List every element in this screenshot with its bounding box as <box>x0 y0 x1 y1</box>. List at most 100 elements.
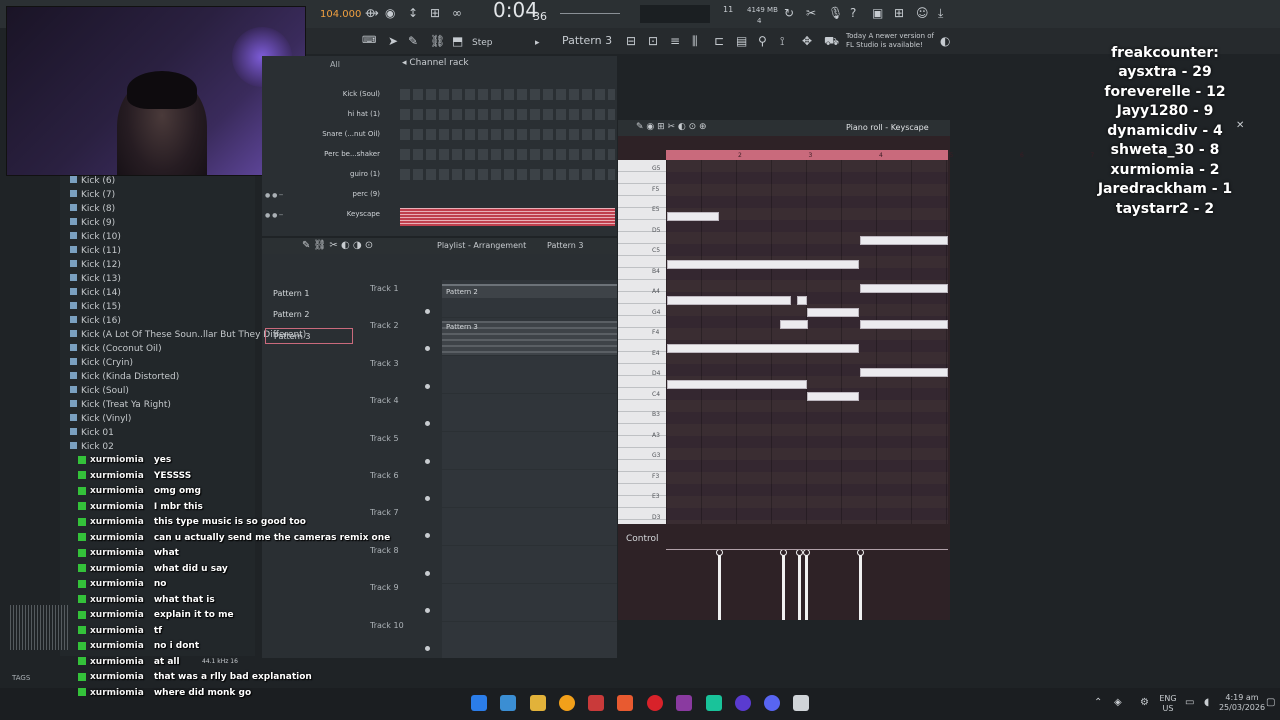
browser-item[interactable]: Kick (12) <box>70 260 121 270</box>
velocity-handle[interactable] <box>780 549 787 556</box>
discord-icon[interactable] <box>764 695 780 711</box>
channel-name[interactable]: guiro (1) <box>300 170 380 178</box>
lang-1[interactable]: ENG <box>1158 694 1178 703</box>
online-icon[interactable]: ◐ <box>940 34 950 48</box>
blend-icon[interactable]: ⊞ <box>430 6 440 20</box>
note[interactable] <box>667 212 719 221</box>
volume-icon[interactable]: ◖ <box>1204 697 1209 708</box>
browser-item[interactable]: Kick (Soul) <box>70 386 129 396</box>
clip-pattern-2[interactable]: Pattern 2 <box>442 284 617 298</box>
note[interactable] <box>780 320 808 329</box>
channel-steps[interactable] <box>400 149 615 160</box>
browser-item[interactable]: Kick (Kinda Distorted) <box>70 372 179 382</box>
monitor-icon[interactable]: ▭ <box>1185 697 1194 708</box>
track-mute-dot[interactable] <box>425 458 430 464</box>
browser-icon[interactable]: ⊏ <box>714 34 724 48</box>
lang-2[interactable]: US <box>1158 704 1178 713</box>
cut-icon[interactable]: ✂ <box>806 6 816 20</box>
cart-icon[interactable]: ⛟ <box>824 34 839 48</box>
track-label[interactable]: Track 10 <box>370 621 404 630</box>
note[interactable] <box>667 344 859 353</box>
news-line-1[interactable]: Today A newer version of <box>846 32 934 40</box>
track-mute-dot[interactable] <box>425 383 430 389</box>
track-label[interactable]: Track 2 <box>370 321 399 330</box>
track-mute-dot[interactable] <box>425 570 430 576</box>
piano-roll-icon[interactable]: ⊡ <box>648 34 658 48</box>
microphone-icon[interactable]: 🎙 <box>828 6 843 20</box>
countdown-icon[interactable]: ↕ <box>408 6 418 20</box>
obs-icon[interactable] <box>735 695 751 711</box>
app-circle-icon[interactable] <box>647 695 663 711</box>
velocity-bar[interactable] <box>859 552 862 620</box>
plugin-icon[interactable]: ▤ <box>736 34 747 48</box>
channel-controls[interactable]: ● ● ─ <box>265 192 283 199</box>
note[interactable] <box>860 236 948 245</box>
channel-controls[interactable]: ● ● ─ <box>265 212 283 219</box>
browser-item[interactable]: Kick 02 <box>70 442 114 452</box>
app-red-icon[interactable] <box>588 695 604 711</box>
pattern-item[interactable]: Pattern 1 <box>265 286 353 302</box>
clock-time[interactable]: 4:19 am <box>1222 693 1262 702</box>
browser-item[interactable]: Kick (10) <box>70 232 121 242</box>
undo-icon[interactable]: ↻ <box>784 6 794 20</box>
help-icon[interactable]: ? <box>850 6 856 20</box>
channel-steps[interactable] <box>400 109 615 120</box>
channel-name[interactable]: perc (9) <box>300 190 380 198</box>
loop-record-icon[interactable]: ∞ <box>452 6 462 20</box>
browser-item[interactable]: Kick (Coconut Oil) <box>70 344 162 354</box>
pencil-icon[interactable]: ✎ <box>408 34 418 48</box>
tray-app-icon[interactable]: ◈ <box>1114 697 1122 708</box>
waveform-preview[interactable] <box>10 605 70 650</box>
link-icon[interactable]: ⛓ <box>430 34 445 48</box>
browser-item[interactable]: Kick (Treat Ya Right) <box>70 400 171 410</box>
chat-icon[interactable]: ☺ <box>916 6 929 20</box>
browser-item[interactable]: Kick (11) <box>70 246 121 256</box>
track-label[interactable]: Track 4 <box>370 396 399 405</box>
browser-item[interactable]: Kick (Vinyl) <box>70 414 131 424</box>
track-label[interactable]: Track 5 <box>370 434 399 443</box>
start-icon[interactable] <box>471 695 487 711</box>
pattern-item[interactable]: Pattern 2 <box>265 307 353 323</box>
master-volume-slider[interactable] <box>560 13 620 14</box>
channel-name[interactable]: Kick (Soul) <box>300 90 380 98</box>
notification-icon[interactable]: ▢ <box>1266 697 1275 708</box>
wait-icon[interactable]: ◉ <box>385 6 395 20</box>
note[interactable] <box>860 284 948 293</box>
velocity-bar[interactable] <box>805 552 808 620</box>
note[interactable] <box>667 380 807 389</box>
download-icon[interactable]: ⤓ <box>938 6 943 20</box>
song-time-display[interactable]: 0:04 <box>493 0 538 20</box>
pattern-item[interactable]: Pattern 3 <box>265 328 353 344</box>
keyboard-icon[interactable]: ⌨ <box>362 34 376 48</box>
plug-icon[interactable]: ⚲ <box>758 34 767 48</box>
track-label[interactable]: Track 1 <box>370 284 399 293</box>
tray-settings-icon[interactable]: ⚙ <box>1140 697 1149 708</box>
velocity-bar[interactable] <box>782 552 785 620</box>
note[interactable] <box>667 296 791 305</box>
channel-name[interactable]: Keyscape <box>300 210 380 218</box>
brave-icon[interactable] <box>617 695 633 711</box>
browser-item[interactable]: Kick (Cryin) <box>70 358 133 368</box>
note[interactable] <box>860 368 948 377</box>
browser-item[interactable]: Kick (7) <box>70 190 115 200</box>
channel-filter[interactable]: All <box>330 60 340 69</box>
clock-date[interactable]: 25/03/2026 <box>1218 703 1266 712</box>
metronome-icon[interactable]: ⟴ <box>365 6 379 20</box>
step-mode-label[interactable]: Step <box>472 36 493 50</box>
channel-name[interactable]: hi hat (1) <box>300 110 380 118</box>
browser-item[interactable]: Kick (16) <box>70 316 121 326</box>
velocity-handle[interactable] <box>857 549 864 556</box>
note[interactable] <box>667 260 859 269</box>
search-icon[interactable] <box>500 695 516 711</box>
browser-item[interactable]: Kick (6) <box>70 176 115 186</box>
tempo-tap-icon[interactable]: ⟟ <box>780 34 784 48</box>
app-teal-icon[interactable] <box>706 695 722 711</box>
note[interactable] <box>797 296 807 305</box>
playlist-tools[interactable]: ✎ ⛓ ✂ ◐ ◑ ⊙ <box>302 240 373 251</box>
control-label[interactable]: Control <box>626 534 659 544</box>
app-white-icon[interactable] <box>793 695 809 711</box>
clip-pattern-3[interactable]: Pattern 3 <box>442 321 617 355</box>
channel-name[interactable]: Snare (...nut Oil) <box>300 130 380 138</box>
track-mute-dot[interactable] <box>425 645 430 651</box>
velocity-handle[interactable] <box>716 549 723 556</box>
